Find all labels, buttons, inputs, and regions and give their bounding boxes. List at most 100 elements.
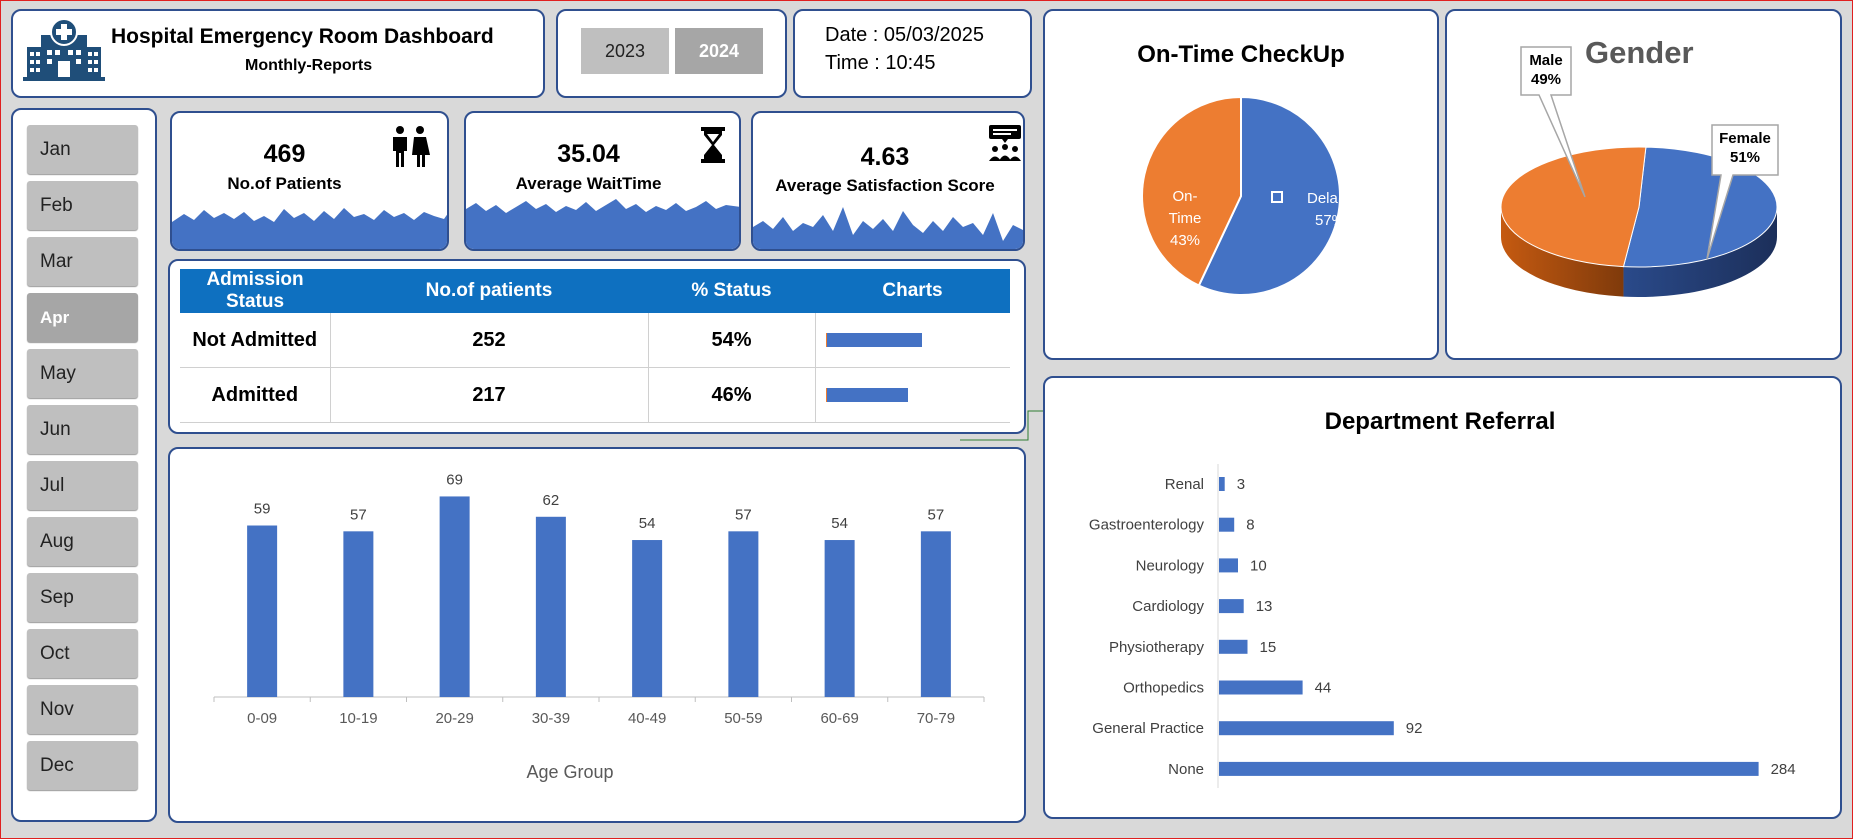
row-percent: 46% [648, 367, 816, 423]
table-header-row: Admission Status No.of patients % Status… [180, 269, 1010, 313]
dept-bar [1219, 721, 1394, 736]
ontime-checkup-panel: On-Time CheckUp Dela 57% On- Time 43% [1043, 9, 1439, 360]
dept-bar [1219, 599, 1244, 614]
admission-table-panel: Admission Status No.of patients % Status… [168, 259, 1026, 434]
month-button-feb[interactable]: Feb [27, 181, 138, 230]
kpi-card-patients: 469 No.of Patients [170, 111, 449, 251]
row-data-bar [825, 388, 908, 402]
dept-category-label: General Practice [1092, 720, 1204, 737]
age-bar-label: 54 [831, 515, 848, 532]
dept-value-label: 44 [1315, 680, 1332, 697]
month-button-apr[interactable]: Apr [27, 293, 138, 342]
gender-panel: Male 49% Female 51% Gender [1445, 9, 1842, 360]
age-group-chart-panel: 59 0-09 57 10-19 69 20-29 62 30-39 54 40-49 57 50-5… [168, 447, 1026, 823]
date-row: Date : 05/03/2025 [825, 24, 984, 47]
age-tick-label: 70-79 [917, 710, 955, 727]
dept-bar [1219, 517, 1235, 532]
time-row: Time : 10:45 [825, 52, 935, 75]
month-button-aug[interactable]: Aug [27, 517, 138, 566]
age-bar [824, 540, 855, 697]
dept-bar [1219, 761, 1759, 776]
year-slicer: 2023 2024 [556, 9, 787, 98]
age-bar [343, 531, 374, 697]
admission-table: Admission Status No.of patients % Status… [180, 269, 1010, 423]
department-referral-panel: Department Referral Renal 3 Gastroenterolo… [1043, 376, 1842, 819]
age-bar-label: 62 [543, 492, 560, 509]
age-bar-label: 69 [446, 471, 463, 488]
dept-value-label: 284 [1771, 761, 1796, 778]
month-button-oct[interactable]: Oct [27, 629, 138, 678]
month-button-dec[interactable]: Dec [27, 741, 138, 790]
age-bar [728, 531, 759, 697]
month-button-nov[interactable]: Nov [27, 685, 138, 734]
datetime-panel: Date : 05/03/2025 Time : 10:45 [793, 9, 1032, 98]
ontime-ontime-label-1: On- [1172, 188, 1197, 205]
kpi-satisfaction-value: 4.63 [860, 143, 910, 171]
age-tick-label: 20-29 [435, 710, 473, 727]
kpi-card-satisfaction: 4.63 Average Satisfaction Score [751, 111, 1025, 251]
kpi-patients-value: 469 [263, 140, 306, 168]
table-row: Not Admitted 252 54% [180, 313, 1010, 368]
month-button-may[interactable]: May [27, 349, 138, 398]
month-button-sep[interactable]: Sep [27, 573, 138, 622]
dept-bar [1219, 558, 1238, 573]
time-label: Time : [825, 52, 880, 74]
row-patients: 252 [330, 313, 649, 368]
month-button-jun[interactable]: Jun [27, 405, 138, 454]
dept-value-label: 15 [1260, 639, 1277, 656]
dept-bar [1219, 680, 1303, 695]
month-slicer: Jan Feb Mar Apr May Jun Jul Aug Sep Oct … [11, 108, 157, 822]
kpi-wait-value: 35.04 [557, 140, 620, 168]
age-bar-label: 57 [735, 506, 752, 523]
gender-male-value: 49% [1531, 71, 1561, 88]
header-charts: Charts [815, 269, 1010, 313]
row-percent: 54% [648, 313, 816, 368]
kpi-satisfaction-label: Average Satisfaction Score [775, 176, 995, 195]
patients-sparkline [172, 208, 447, 249]
gender-male-label: Male [1529, 52, 1562, 69]
dept-category-label: None [1168, 761, 1204, 778]
header-admission-status: Admission Status [180, 269, 330, 313]
row-status: Admitted [180, 367, 331, 423]
kpi-wait-label: Average WaitTime [515, 174, 662, 193]
age-tick-label: 40-49 [628, 710, 666, 727]
age-tick-label: 60-69 [820, 710, 858, 727]
header-patients: No.of patients [330, 269, 648, 313]
age-tick-label: 10-19 [339, 710, 377, 727]
waittime-sparkline [466, 199, 739, 249]
age-bar [247, 525, 278, 697]
connector-line [960, 410, 1045, 441]
ontime-pie-chart: Dela 57% On- Time 43% [1141, 95, 1345, 296]
dept-value-label: 8 [1246, 517, 1254, 534]
age-bar [535, 516, 566, 697]
month-button-jul[interactable]: Jul [27, 461, 138, 510]
date-value: 05/03/2025 [883, 24, 985, 46]
kpi-card-waittime: 35.04 Average WaitTime [464, 111, 741, 251]
month-button-jan[interactable]: Jan [27, 125, 138, 174]
audience-icon [989, 125, 1021, 161]
row-patients: 217 [330, 367, 649, 423]
kpi-patients-label: No.of Patients [227, 174, 342, 193]
table-row: Admitted 217 46% [180, 367, 1010, 423]
row-chart-cell [815, 313, 1010, 368]
people-icon [393, 126, 430, 167]
age-bar-label: 57 [350, 506, 367, 523]
row-status: Not Admitted [180, 313, 331, 368]
ontime-ontime-value: 43% [1170, 232, 1200, 249]
age-tick-label: 0-09 [247, 710, 277, 727]
age-bar [439, 496, 470, 697]
dept-bar [1219, 639, 1248, 654]
gender-chart-title: Gender [1585, 35, 1694, 70]
header-percent-status: % Status [648, 269, 815, 313]
month-button-mar[interactable]: Mar [27, 237, 138, 286]
dept-category-label: Renal [1165, 476, 1204, 493]
year-button-2024[interactable]: 2024 [675, 28, 763, 74]
dept-category-label: Gastroenterology [1089, 517, 1205, 534]
dept-bar [1219, 477, 1225, 491]
age-tick-label: 50-59 [724, 710, 762, 727]
row-data-bar [825, 333, 922, 347]
age-bar-label: 57 [928, 506, 945, 523]
year-button-2023[interactable]: 2023 [581, 28, 669, 74]
ontime-delay-value: 57% [1315, 212, 1345, 229]
ontime-delay-label: Dela [1307, 190, 1339, 207]
